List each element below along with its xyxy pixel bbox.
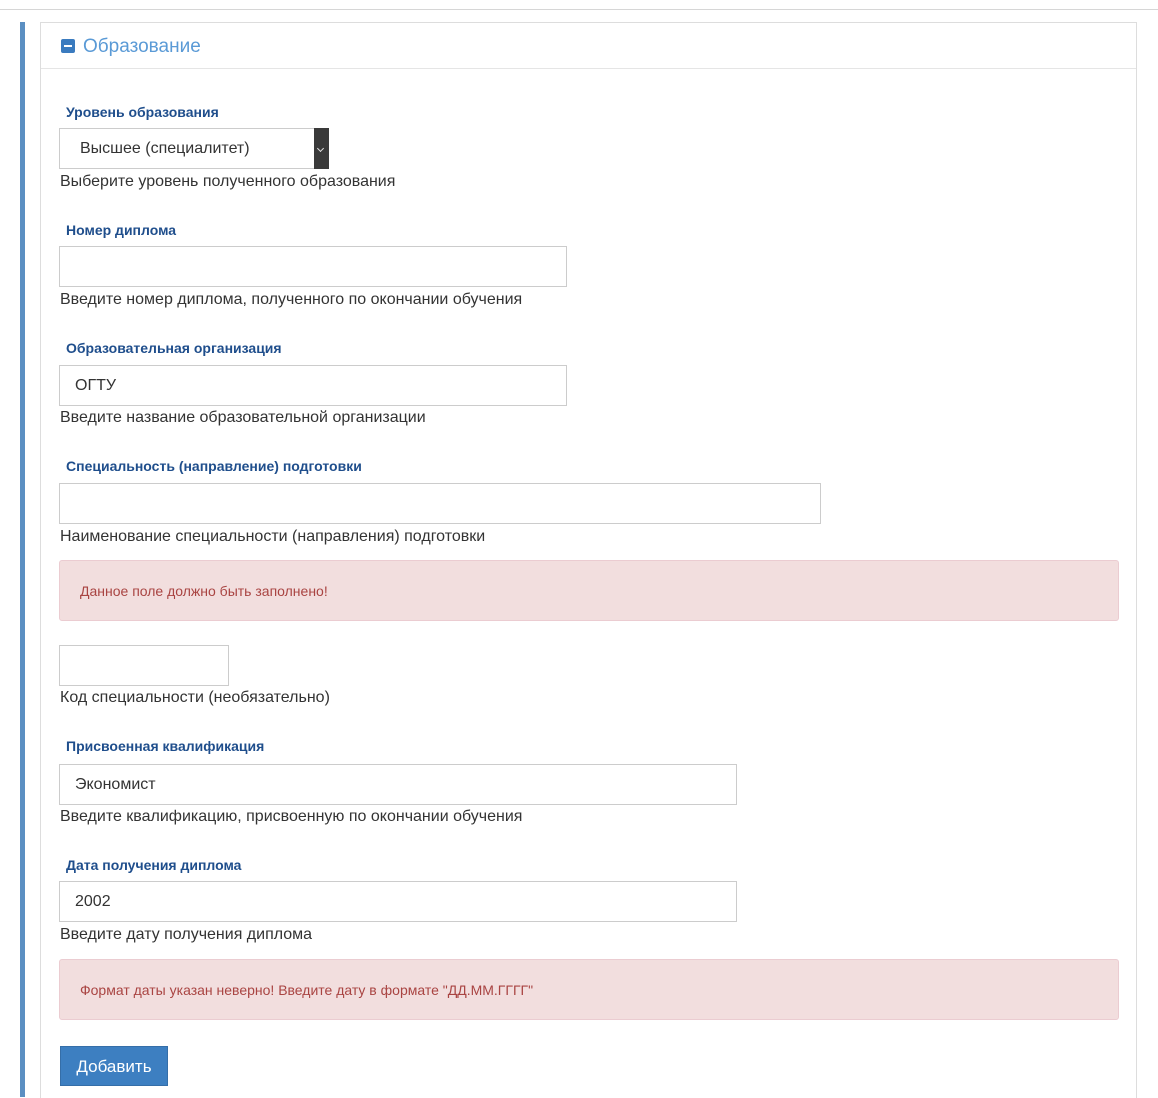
qualification-help: Введите квалификацию, присвоенную по око… [60, 808, 523, 825]
specialty-error-text: Данное поле должно быть заполнено! [80, 583, 328, 599]
specialty-code-input[interactable] [59, 645, 229, 686]
diploma-date-label: Дата получения диплома [66, 857, 242, 873]
diploma-date-error-alert: Формат даты указан неверно! Введите дату… [59, 959, 1119, 1020]
organization-input[interactable]: ОГТУ [59, 365, 567, 406]
diploma-date-error-text: Формат даты указан неверно! Введите дату… [80, 982, 534, 998]
specialty-code-help: Код специальности (необязательно) [60, 689, 330, 706]
specialty-help: Наименование специальности (направления)… [60, 528, 486, 545]
diploma-date-input[interactable]: 2002 [59, 881, 737, 922]
diploma-number-help: Введите номер диплома, полученного по ок… [60, 291, 523, 308]
organization-help: Введите название образовательной организ… [60, 409, 426, 426]
education-level-label: Уровень образования [66, 104, 219, 120]
panel-heading[interactable]: Образование [41, 23, 1136, 69]
left-accent-stripe [20, 22, 25, 1097]
qualification-input[interactable]: Экономист [59, 764, 737, 805]
top-divider [0, 9, 1158, 10]
education-level-help: Выберите уровень полученного образования [60, 173, 396, 190]
diploma-number-label: Номер диплома [66, 222, 177, 238]
add-button[interactable]: Добавить [60, 1046, 168, 1086]
diploma-number-input[interactable] [59, 246, 567, 287]
qualification-label: Присвоенная квалификация [66, 738, 265, 754]
diploma-date-help: Введите дату получения диплома [60, 926, 313, 943]
panel-title[interactable]: Образование [83, 36, 201, 58]
education-level-selected-value: Высшее (специалитет) [80, 140, 250, 157]
specialty-error-alert: Данное поле должно быть заполнено! [59, 560, 1119, 621]
organization-label: Образовательная организация [66, 340, 282, 356]
education-level-select[interactable]: Высшее (специалитет) [59, 128, 329, 169]
specialty-label: Специальность (направление) подготовки [66, 458, 362, 474]
specialty-input[interactable] [59, 483, 821, 524]
minus-square-icon[interactable] [61, 39, 75, 53]
chevron-down-icon[interactable] [314, 128, 329, 169]
